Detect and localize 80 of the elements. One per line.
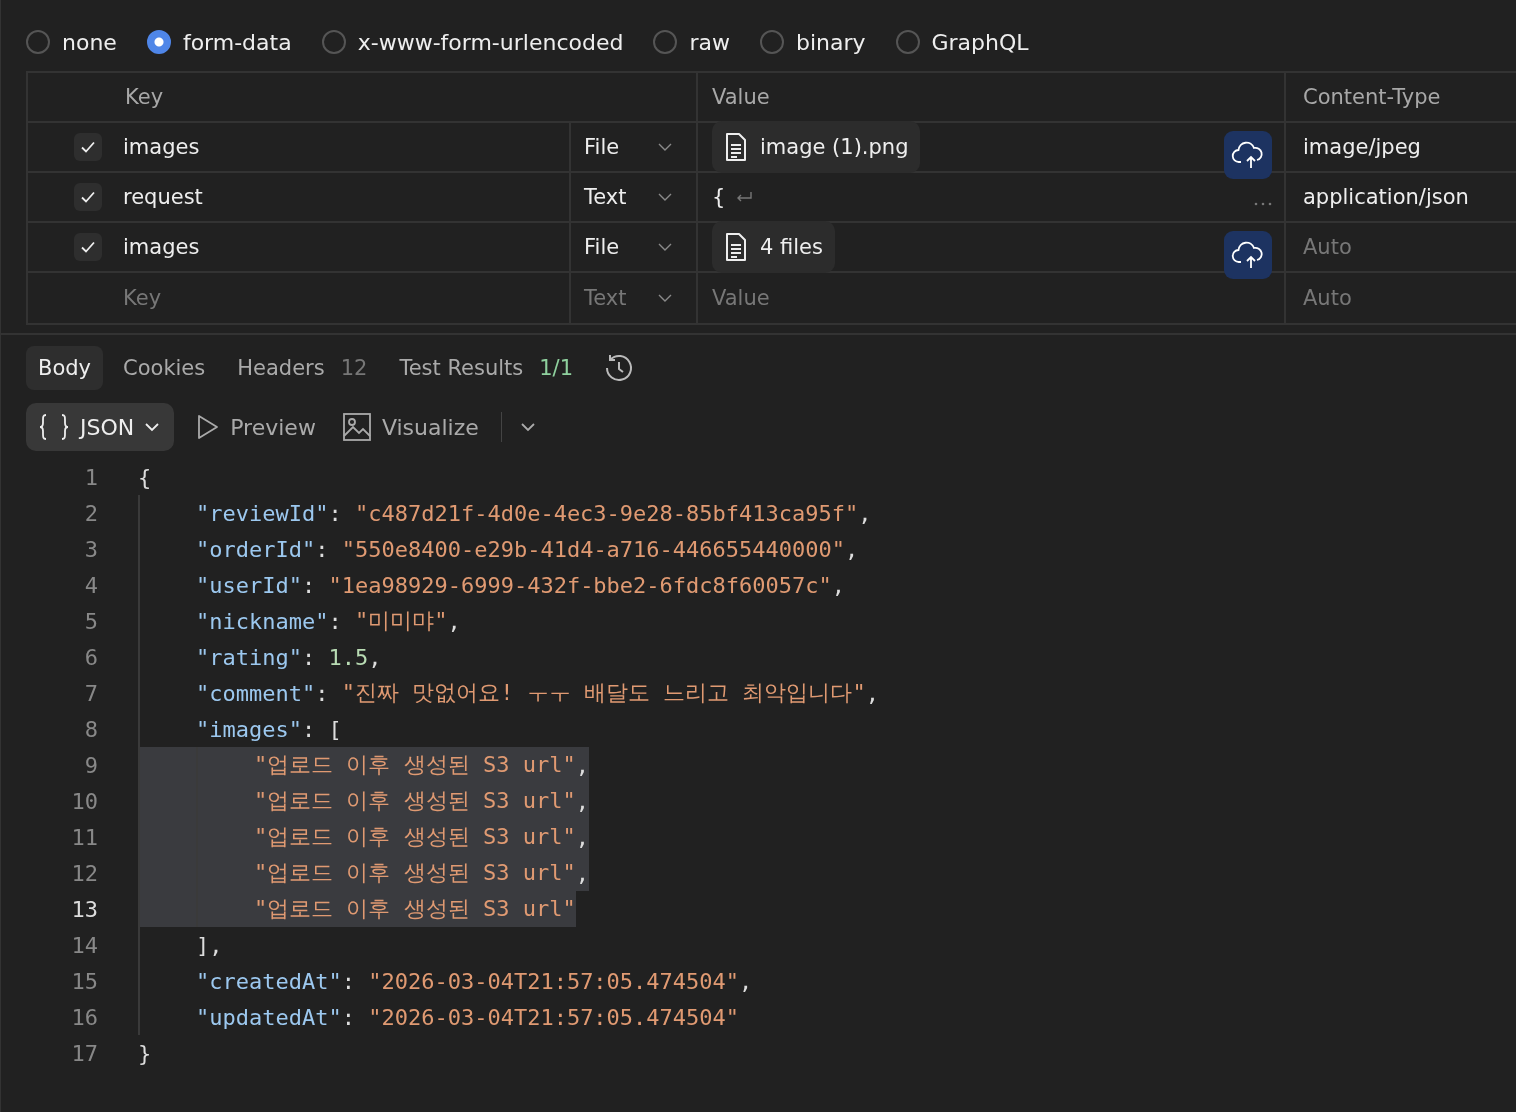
key-cell[interactable]: request <box>123 185 203 209</box>
line-number: 13 <box>70 896 98 922</box>
value-field[interactable]: Value <box>712 286 770 310</box>
checkbox[interactable] <box>74 183 102 211</box>
file-chip[interactable]: 4 files <box>712 221 835 273</box>
braces-icon <box>38 412 70 442</box>
line-number: 12 <box>70 860 98 886</box>
code-line: "comment": "진짜 맛없어요! ㅜㅜ 배달도 느리고 최악입니다", <box>138 675 879 711</box>
preview-button[interactable]: Preview <box>192 414 320 440</box>
type-dropdown[interactable]: File <box>584 235 620 259</box>
response-tab[interactable]: Body <box>26 346 103 390</box>
line-number: 5 <box>83 608 98 634</box>
column-header: Value <box>712 85 770 109</box>
line-number: 16 <box>70 1004 98 1030</box>
body-type-radio[interactable]: GraphQL <box>895 25 1029 59</box>
code-line: "rating": 1.5, <box>138 639 382 675</box>
checkbox[interactable] <box>74 233 102 261</box>
chevron-down-icon <box>658 193 672 201</box>
code-line: "updatedAt": "2026-03-04T21:57:05.474504" <box>138 999 740 1035</box>
play-icon <box>196 414 221 440</box>
body-type-radio[interactable]: none <box>26 25 117 59</box>
content-type-field[interactable]: Auto <box>1303 286 1352 310</box>
line-number: 9 <box>83 752 98 778</box>
column-header: Key <box>125 85 164 109</box>
code-line: "nickname": "미미먀", <box>138 603 461 639</box>
chevron-down-icon <box>658 294 672 302</box>
image-icon <box>341 412 372 442</box>
body-type-radio[interactable]: raw <box>653 25 730 59</box>
upload-button[interactable] <box>1224 231 1272 279</box>
response-tab[interactable]: Cookies <box>111 346 218 390</box>
code-line: ], <box>138 927 223 963</box>
cloud-upload-icon <box>1231 240 1265 270</box>
visualize-button[interactable]: Visualize <box>337 412 483 442</box>
line-number: 3 <box>83 536 98 562</box>
content-type-cell[interactable]: image/jpeg <box>1303 135 1421 159</box>
code-line: "orderId": "550e8400-e29b-41d4-a716-446655440000", <box>138 531 859 567</box>
line-number: 8 <box>83 716 98 742</box>
type-dropdown[interactable]: Text <box>584 286 627 310</box>
line-number: 4 <box>83 572 98 598</box>
code-line: } <box>138 1039 152 1068</box>
line-number: 2 <box>83 500 98 526</box>
checkbox[interactable] <box>74 133 102 161</box>
line-number: 11 <box>70 824 98 850</box>
upload-button[interactable] <box>1224 131 1272 179</box>
response-tab[interactable]: Test Results 1/1 <box>387 346 586 390</box>
return-icon <box>735 191 754 203</box>
document-icon <box>724 132 748 162</box>
line-number: 7 <box>83 680 98 706</box>
cloud-upload-icon <box>1231 140 1265 170</box>
chevron-down-icon <box>144 422 161 432</box>
chevron-down-icon <box>658 243 672 251</box>
type-dropdown[interactable]: Text <box>584 185 627 209</box>
key-cell[interactable]: images <box>123 135 200 159</box>
content-type-field[interactable]: Auto <box>1303 235 1352 259</box>
body-type-radio[interactable]: binary <box>759 25 866 59</box>
response-tab[interactable]: Headers 12 <box>225 346 380 390</box>
line-number: 17 <box>70 1040 98 1066</box>
column-header: Content-Type <box>1303 85 1441 109</box>
line-number: 15 <box>70 968 98 994</box>
chevron-down-icon[interactable] <box>519 422 536 432</box>
chevron-down-icon <box>658 143 672 151</box>
line-number: 1 <box>83 464 98 490</box>
body-type-radio[interactable]: form-data <box>146 25 292 59</box>
code-line: "reviewId": "c487d21f-4d0e-4ec3-9e28-85bf413ca95f", <box>138 495 872 531</box>
type-dropdown[interactable]: File <box>584 135 620 159</box>
line-number: 6 <box>83 644 98 670</box>
code-line: { <box>138 463 152 492</box>
content-type-cell[interactable]: application/json <box>1303 185 1469 209</box>
key-field[interactable]: Key <box>123 286 162 310</box>
code-line: "createdAt": "2026-03-04T21:57:05.474504", <box>138 963 753 999</box>
document-icon <box>724 232 748 262</box>
key-cell[interactable]: images <box>123 235 200 259</box>
line-number: 14 <box>70 932 98 958</box>
file-chip[interactable]: image (1).png <box>712 121 921 173</box>
more-icon[interactable] <box>1254 202 1272 206</box>
format-dropdown[interactable]: JSON <box>26 403 175 451</box>
value-cell[interactable]: { <box>712 185 726 209</box>
code-line: "userId": "1ea98929-6999-432f-bbe2-6fdc8f60057c", <box>138 567 846 603</box>
body-type-radio[interactable]: x-www-form-urlencoded <box>321 25 624 59</box>
line-number: 10 <box>70 788 98 814</box>
